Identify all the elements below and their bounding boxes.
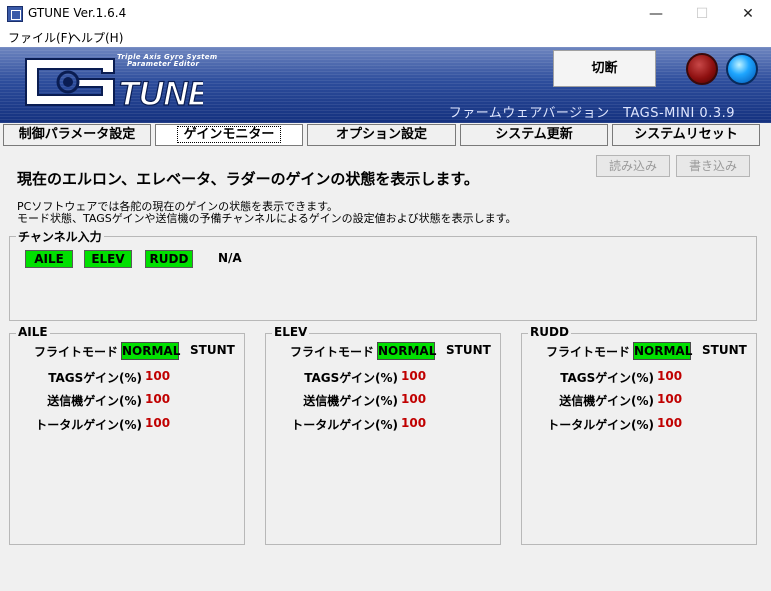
tab-bar: 制御パラメータ設定 ゲインモニター オプション設定 システム更新 システムリセッ… [0, 123, 771, 147]
minimize-button[interactable]: — [633, 0, 679, 28]
title-bar: GTUNE Ver.1.6.4 — ☐ ✕ [0, 0, 771, 28]
rudd-total-gain-value: 100 [657, 416, 683, 430]
channel-input-title: チャンネル入力 [16, 228, 104, 245]
channel-badge-rudd: RUDD [145, 250, 193, 268]
maximize-button: ☐ [695, 6, 709, 22]
rudd-tags-gain-label: TAGSゲイン(%) [560, 371, 654, 385]
elev-total-gain-value: 100 [401, 416, 427, 430]
firmware-version: ファームウェアバージョン TAGS-MINI 0.3.9 [448, 106, 735, 121]
rudd-panel: RUDD [521, 325, 757, 545]
aile-tx-gain-label: 送信機ゲイン(%) [47, 394, 142, 408]
rudd-panel-title: RUDD [528, 325, 571, 339]
channel-status: N/A [218, 251, 242, 265]
logo-tagline: Triple Axis Gyro System Parameter Editor [117, 54, 217, 68]
logo-text: TUNE [118, 75, 203, 109]
menu-bar: ファイル(F) ヘルプ(H) [0, 28, 771, 47]
aile-total-gain-label: トータルゲイン(%) [35, 418, 142, 432]
page-heading: 現在のエルロン、エレベータ、ラダーのゲインの状態を表示します。 [17, 170, 479, 188]
aile-tags-gain-value: 100 [145, 369, 171, 383]
window-title: GTUNE Ver.1.6.4 [28, 6, 127, 20]
read-button[interactable]: 読み込み [596, 155, 670, 177]
rudd-tx-gain-label: 送信機ゲイン(%) [559, 394, 654, 408]
status-led-blue [726, 53, 758, 85]
aile-mode-normal: NORMAL [121, 342, 181, 360]
rudd-tx-gain-value: 100 [657, 392, 683, 406]
elev-flight-mode-label: フライトモード [289, 345, 374, 359]
rudd-tags-gain-value: 100 [657, 369, 683, 383]
channel-input-group: チャンネル入力 [9, 228, 757, 321]
channel-badge-aile: AILE [25, 250, 73, 268]
elev-tags-gain-value: 100 [401, 369, 427, 383]
status-led-red [686, 53, 718, 85]
gtune-window: GTUNE Ver.1.6.4 — ☐ ✕ ファイル(F) ヘルプ(H) TUN… [0, 0, 771, 591]
tab-gain-monitor[interactable]: ゲインモニター [155, 124, 303, 146]
rudd-mode-stunt: STUNT [702, 343, 747, 357]
tagline-line-2: Parameter Editor [127, 60, 200, 68]
rudd-mode-normal: NORMAL [633, 342, 693, 360]
aile-total-gain-value: 100 [145, 416, 171, 430]
aile-flight-mode-label: フライトモード [33, 345, 118, 359]
app-icon [7, 6, 23, 22]
menu-help[interactable]: ヘルプ(H) [69, 29, 123, 46]
description-line-2: モード状態、TAGSゲインや送信機の予備チャンネルによるゲインの設定値および状態… [17, 212, 517, 225]
close-button[interactable]: ✕ [725, 0, 771, 28]
menu-file[interactable]: ファイル(F) [8, 29, 72, 46]
tab-gain-monitor-label: ゲインモニター [176, 126, 282, 143]
aile-tags-gain-label: TAGSゲイン(%) [48, 371, 142, 385]
elev-total-gain-label: トータルゲイン(%) [291, 418, 398, 432]
tab-control-params[interactable]: 制御パラメータ設定 [3, 124, 151, 146]
disconnect-button[interactable]: 切断 [553, 50, 656, 87]
header-banner: TUNE Triple Axis Gyro System Parameter E… [0, 47, 771, 123]
write-button[interactable]: 書き込み [676, 155, 750, 177]
elev-tx-gain-value: 100 [401, 392, 427, 406]
elev-tags-gain-label: TAGSゲイン(%) [304, 371, 398, 385]
aile-mode-stunt: STUNT [190, 343, 235, 357]
elev-panel-title: ELEV [272, 325, 310, 339]
aile-panel-title: AILE [16, 325, 50, 339]
rudd-total-gain-label: トータルゲイン(%) [547, 418, 654, 432]
elev-mode-stunt: STUNT [446, 343, 491, 357]
rudd-flight-mode-label: フライトモード [545, 345, 630, 359]
elev-panel: ELEV [265, 325, 501, 545]
aile-panel: AILE [9, 325, 245, 545]
channel-badge-elev: ELEV [84, 250, 132, 268]
elev-tx-gain-label: 送信機ゲイン(%) [303, 394, 398, 408]
elev-mode-normal: NORMAL [377, 342, 437, 360]
tab-system-reset[interactable]: システムリセット [612, 124, 760, 146]
aile-tx-gain-value: 100 [145, 392, 171, 406]
tab-system-update[interactable]: システム更新 [460, 124, 608, 146]
tab-options[interactable]: オプション設定 [307, 124, 456, 146]
